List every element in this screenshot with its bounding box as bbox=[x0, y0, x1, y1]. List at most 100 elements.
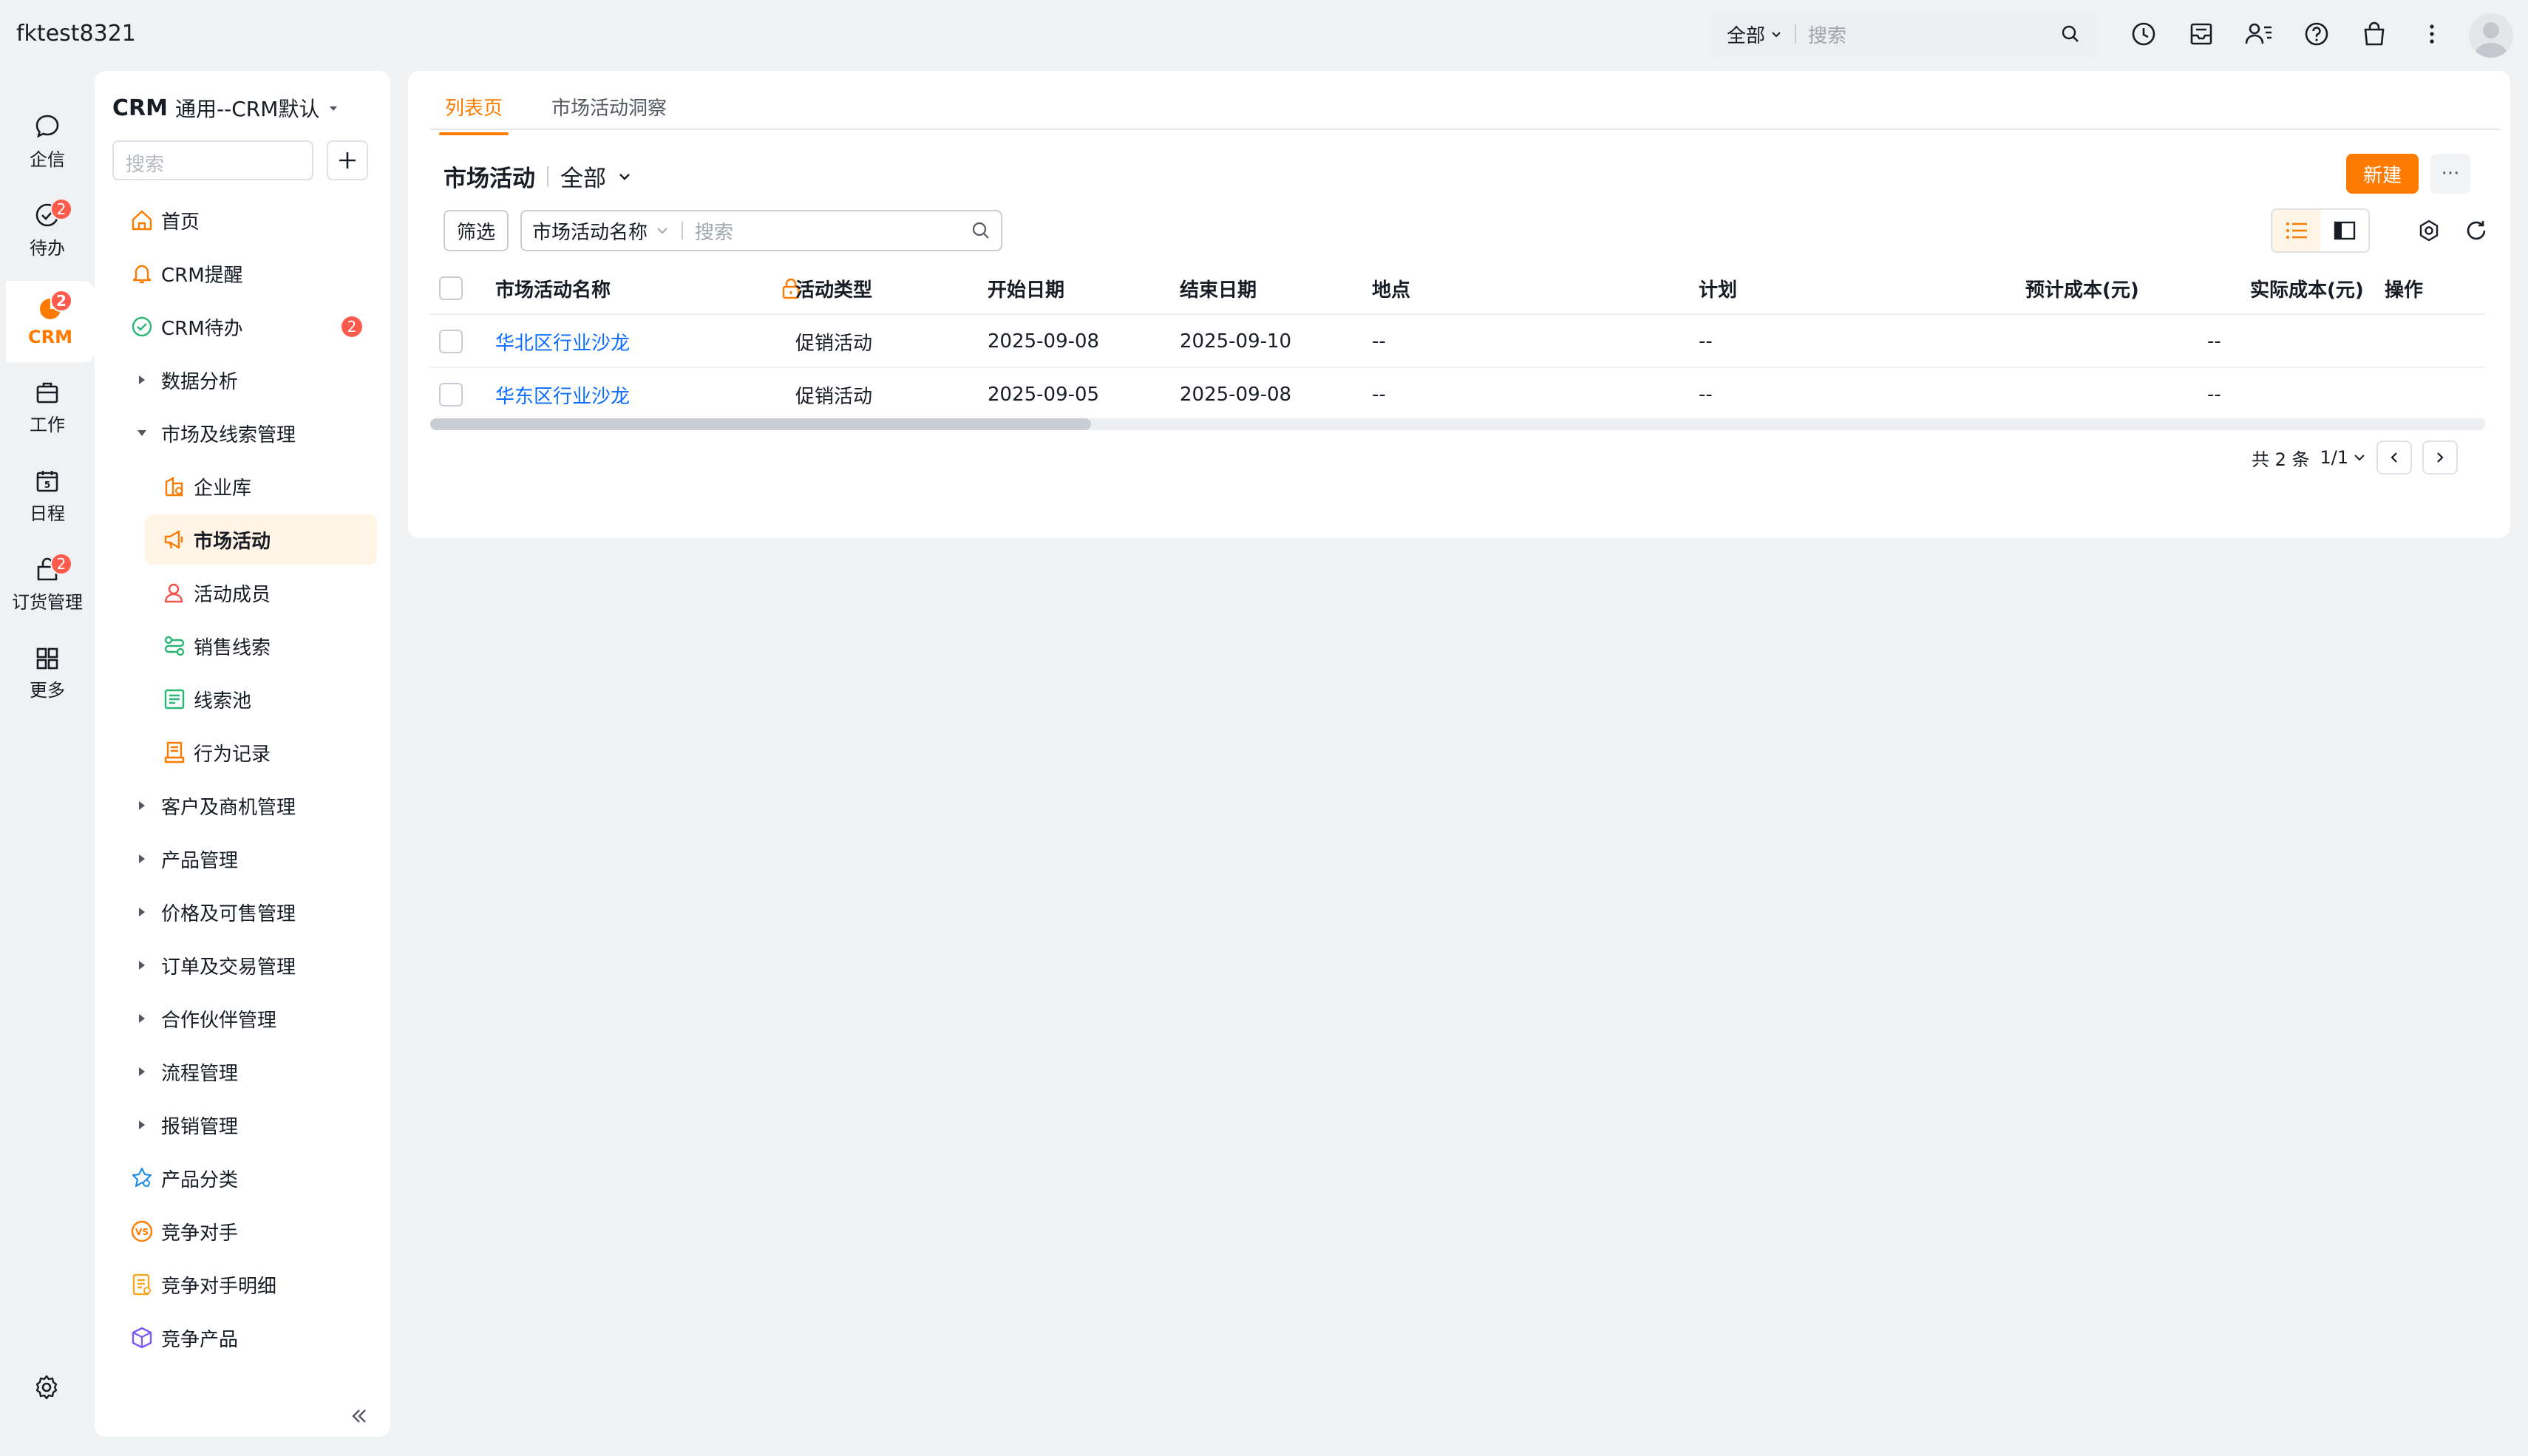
page-selector[interactable]: 1/1 bbox=[2320, 447, 2367, 468]
column-header[interactable]: 活动类型 bbox=[795, 262, 872, 315]
filter-button[interactable]: 筛选 bbox=[444, 210, 509, 251]
nav-item-crm-reminder[interactable]: CRM提醒 bbox=[112, 248, 377, 299]
tab-list-page[interactable]: 列表页 bbox=[438, 93, 509, 135]
next-page-button[interactable] bbox=[2422, 440, 2459, 474]
nav-item-data-analysis[interactable]: 数据分析 bbox=[112, 355, 377, 405]
search-field-dropdown[interactable]: 市场活动名称 bbox=[532, 217, 670, 245]
nav-item-label: 竞争对手明细 bbox=[161, 1275, 277, 1298]
caret-right-icon bbox=[127, 374, 157, 386]
nav-item-activity-members[interactable]: 活动成员 bbox=[112, 568, 377, 618]
nav-item-product-category[interactable]: 产品分类 bbox=[112, 1153, 377, 1203]
activity-name-link[interactable]: 华北区行业沙龙 bbox=[495, 315, 630, 368]
column-header[interactable]: 计划 bbox=[1699, 262, 1737, 315]
nav-item-competing-products[interactable]: 竞争产品 bbox=[112, 1313, 377, 1363]
row-checkbox[interactable] bbox=[439, 368, 463, 421]
list-search[interactable]: 市场活动名称 搜索 bbox=[520, 210, 1002, 251]
global-search[interactable]: 全部 搜索 bbox=[1712, 12, 2096, 56]
nav-item-enterprise-library[interactable]: 企业库 bbox=[112, 461, 377, 511]
more-vertical-icon[interactable] bbox=[2417, 18, 2447, 50]
nav-item-marketing-activity[interactable]: 市场活动 bbox=[145, 514, 377, 565]
rail-item-order[interactable]: 订货管理 2 bbox=[0, 544, 95, 625]
nav-add-button[interactable] bbox=[327, 140, 368, 180]
nav-item-behavior-records[interactable]: 行为记录 bbox=[112, 727, 377, 778]
rail-item-more[interactable]: 更多 bbox=[0, 633, 95, 714]
collapse-nav-button[interactable] bbox=[349, 1406, 370, 1429]
nav-item-process-mgmt[interactable]: 流程管理 bbox=[112, 1047, 377, 1097]
help-icon[interactable] bbox=[2302, 18, 2331, 50]
split-view-button[interactable] bbox=[2320, 210, 2368, 251]
tab-activity-insights[interactable]: 市场活动洞察 bbox=[551, 93, 667, 120]
nav-item-competitor-details[interactable]: 竞争对手明细 bbox=[112, 1259, 377, 1310]
horizontal-scrollbar[interactable] bbox=[430, 418, 2485, 430]
nav-item-competitors[interactable]: VS 竞争对手 bbox=[112, 1206, 377, 1256]
list-scope-dropdown[interactable]: 全部 bbox=[560, 160, 606, 193]
company-name: fktest8321 bbox=[16, 21, 136, 47]
more-actions-button[interactable]: ··· bbox=[2430, 154, 2470, 194]
pagination: 共 2 条 1/1 bbox=[2252, 440, 2459, 474]
table-cell: 2025-09-05 bbox=[988, 384, 1100, 406]
rail-item-todo[interactable]: 待办 2 bbox=[0, 189, 95, 271]
prev-page-button[interactable] bbox=[2376, 440, 2413, 474]
nav-item-crm-todo[interactable]: CRM待办 2 bbox=[112, 302, 377, 352]
column-header[interactable]: 结束日期 bbox=[1180, 262, 1257, 315]
row-checkbox[interactable] bbox=[439, 315, 463, 368]
column-header[interactable]: 实际成本(元) bbox=[2250, 262, 2364, 315]
table-header: 市场活动名称 活动类型 开始日期 结束日期 地点 计划 预计成本(元) 实际成本… bbox=[430, 262, 2485, 315]
bag-icon[interactable] bbox=[2359, 18, 2389, 50]
nav-item-lead-pool[interactable]: 线索池 bbox=[112, 674, 377, 724]
refresh-button[interactable] bbox=[2461, 216, 2491, 245]
table-row[interactable]: 华北区行业沙龙 促销活动 2025-09-08 2025-09-10 -- --… bbox=[430, 315, 2485, 368]
search-scope-dropdown[interactable]: 全部 bbox=[1727, 21, 1783, 48]
nav-item-label: 产品分类 bbox=[161, 1168, 239, 1191]
record-icon bbox=[160, 741, 189, 764]
avatar[interactable] bbox=[2469, 13, 2513, 58]
nav-item-customer-opportunity[interactable]: 客户及商机管理 bbox=[112, 780, 377, 831]
rail-item-work[interactable]: 工作 bbox=[0, 367, 95, 448]
column-header[interactable]: 地点 bbox=[1372, 262, 1410, 315]
table-cell: -- bbox=[1699, 384, 1713, 406]
nav-item-sales-leads[interactable]: 销售线索 bbox=[112, 621, 377, 671]
nav-item-market-lead-mgmt[interactable]: 市场及线索管理 bbox=[112, 408, 377, 458]
nav-item-price-mgmt[interactable]: 价格及可售管理 bbox=[112, 887, 377, 937]
inbox-icon[interactable] bbox=[2186, 18, 2216, 50]
column-header[interactable]: 市场活动名称 bbox=[495, 262, 611, 315]
column-header[interactable]: 预计成本(元) bbox=[2025, 262, 2139, 315]
list-view-button[interactable] bbox=[2272, 210, 2320, 251]
new-button[interactable]: 新建 bbox=[2346, 154, 2419, 194]
bell-icon bbox=[127, 262, 157, 285]
search-icon[interactable] bbox=[2061, 24, 2080, 44]
scrollbar-thumb[interactable] bbox=[430, 418, 1091, 430]
settings-icon[interactable] bbox=[33, 1373, 61, 1404]
nav-item-order-mgmt[interactable]: 订单及交易管理 bbox=[112, 940, 377, 990]
nav-item-product-mgmt[interactable]: 产品管理 bbox=[112, 834, 377, 884]
grid-icon bbox=[36, 647, 58, 669]
global-search-input[interactable]: 搜索 bbox=[1808, 21, 2061, 48]
select-all-checkbox[interactable] bbox=[439, 262, 463, 315]
pool-icon bbox=[160, 687, 189, 711]
rail-label: 工作 bbox=[30, 414, 65, 435]
workspace-switcher[interactable]: CRM 通用--CRM默认 bbox=[112, 93, 340, 123]
table-settings-button[interactable] bbox=[2414, 216, 2444, 245]
nav-item-label: 线索池 bbox=[194, 690, 252, 712]
activity-table: 市场活动名称 活动类型 开始日期 结束日期 地点 计划 预计成本(元) 实际成本… bbox=[430, 262, 2485, 421]
clock-icon[interactable] bbox=[2129, 18, 2158, 50]
nav-item-home[interactable]: 首页 bbox=[112, 195, 377, 245]
nav-item-expense-mgmt[interactable]: 报销管理 bbox=[112, 1100, 377, 1150]
rail-item-chat[interactable]: 企信 bbox=[0, 101, 95, 182]
list-search-input[interactable]: 搜索 bbox=[695, 217, 971, 245]
chevron-down-icon[interactable] bbox=[616, 169, 633, 185]
column-header[interactable]: 操作 bbox=[2385, 262, 2423, 315]
rail-item-calendar[interactable]: 5 日程 bbox=[0, 455, 95, 537]
activity-name-link[interactable]: 华东区行业沙龙 bbox=[495, 368, 630, 421]
caret-right-icon bbox=[127, 906, 157, 918]
table-row[interactable]: 华东区行业沙龙 促销活动 2025-09-05 2025-09-08 -- --… bbox=[430, 368, 2485, 421]
contacts-icon[interactable] bbox=[2244, 18, 2274, 50]
table-cell: 促销活动 bbox=[795, 385, 873, 408]
nav-search-input[interactable]: 搜索 bbox=[112, 140, 313, 180]
rail-item-crm[interactable]: CRM 2 bbox=[6, 281, 95, 362]
chevron-down-icon bbox=[1772, 32, 1781, 38]
app-rail: 企信 待办 2 CRM 2 工作 5 日程 订货管理 2 更多 bbox=[0, 71, 95, 1456]
search-icon[interactable] bbox=[971, 221, 991, 240]
column-header[interactable]: 开始日期 bbox=[988, 262, 1064, 315]
nav-item-partner-mgmt[interactable]: 合作伙伴管理 bbox=[112, 993, 377, 1044]
